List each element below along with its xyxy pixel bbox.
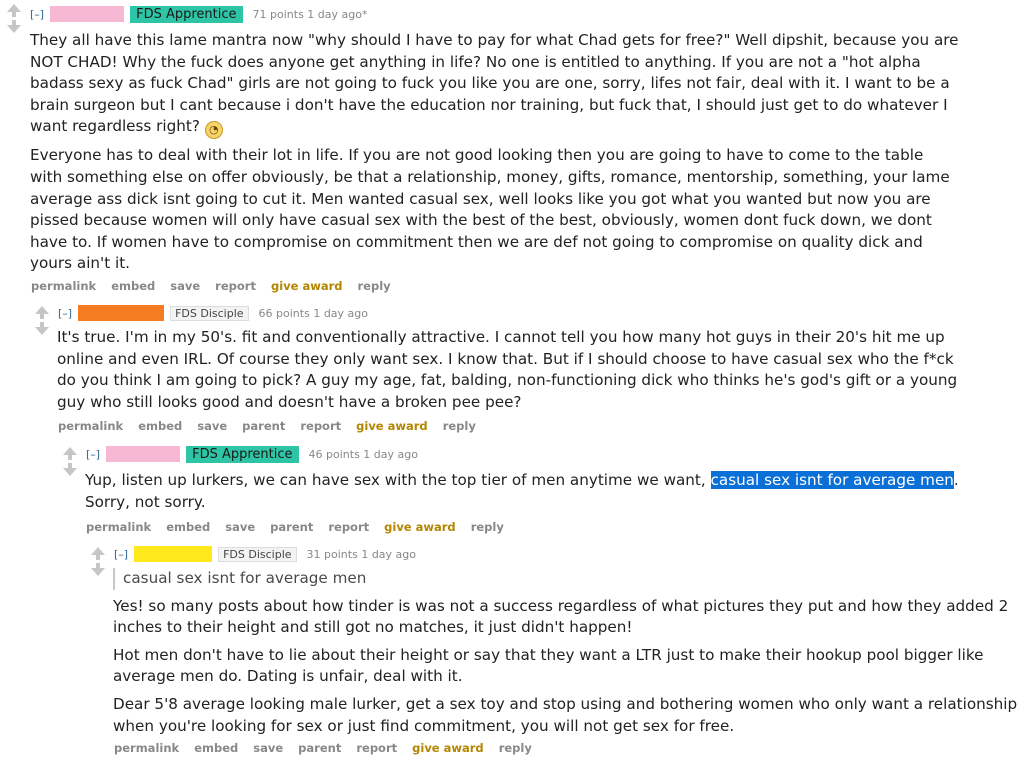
upvote-icon[interactable] [35,306,49,314]
report-link[interactable]: report [356,741,397,755]
rolling-eyes-emoji-icon: ◔ [204,121,223,140]
score-and-time: 31 points 1 day ago [306,547,416,561]
score-and-time: 66 points 1 day ago [258,306,368,320]
user-flair: FDS Disciple [218,546,297,562]
comment-body: Yup, listen up lurkers, we can have sex … [85,470,1005,519]
upvote-icon[interactable] [91,547,105,555]
collapse-toggle[interactable]: [–] [58,307,72,320]
save-link[interactable]: save [170,279,200,293]
permalink-link[interactable]: permalink [114,741,179,755]
comment-paragraph: Hot men don't have to lie about their he… [113,645,984,686]
selected-text[interactable]: casual sex isnt for average men [710,471,954,489]
username-redacted[interactable] [134,546,213,562]
comment-body: It's true. I'm in my 50's. fit and conve… [57,327,977,419]
comment-tagline: [–] FDS Apprentice 46 points 1 day ago [86,443,418,465]
save-link[interactable]: save [253,741,283,755]
downvote-icon[interactable] [7,25,21,33]
parent-link[interactable]: parent [242,419,285,433]
save-link[interactable]: save [197,419,227,433]
user-flair: FDS Disciple [170,305,249,321]
comment-tagline: [–] FDS Disciple 31 points 1 day ago [114,543,416,565]
give-award-link[interactable]: give award [271,279,343,293]
embed-link[interactable]: embed [194,741,238,755]
comment-tagline: [–] FDS Disciple 66 points 1 day ago [58,302,368,324]
comment-body: They all have this lame mantra now "why … [30,30,960,281]
permalink-link[interactable]: permalink [86,520,151,534]
downvote-icon[interactable] [35,327,49,335]
comment-paragraph: Dear 5'8 average looking male lurker, ge… [113,694,1018,735]
downvote-icon[interactable] [63,468,77,476]
vote-controls [60,447,80,476]
comment-1: [–] FDS Apprentice 71 points 1 day ago* … [4,0,1024,300]
collapse-toggle[interactable]: [–] [30,8,44,21]
vote-controls [4,4,24,33]
comment-actions: permalink embed save parent report give … [86,520,515,534]
embed-link[interactable]: embed [166,520,210,534]
upvote-icon[interactable] [7,4,21,12]
comment-paragraph: Yes! so many posts about how tinder is w… [113,596,1009,637]
comment-body: casual sex isnt for average men Yes! so … [113,568,1023,743]
vote-controls [32,306,52,335]
username-redacted[interactable] [106,446,181,462]
comment-paragraph: They all have this lame mantra now "why … [30,30,960,140]
user-flair: FDS Apprentice [186,445,299,463]
reply-link[interactable]: reply [443,419,476,433]
report-link[interactable]: report [215,279,256,293]
comment-actions: permalink embed save report give award r… [31,279,402,293]
reply-link[interactable]: reply [358,279,391,293]
comment-3: [–] FDS Apprentice 46 points 1 day ago Y… [60,443,1024,543]
comment-2: [–] FDS Disciple 66 points 1 day ago It'… [32,302,1024,442]
save-link[interactable]: save [225,520,255,534]
report-link[interactable]: report [328,520,369,534]
permalink-link[interactable]: permalink [58,419,123,433]
permalink-link[interactable]: permalink [31,279,96,293]
collapse-toggle[interactable]: [–] [114,548,128,561]
reply-link[interactable]: reply [471,520,504,534]
embed-link[interactable]: embed [138,419,182,433]
comment-actions: permalink embed save parent report give … [114,741,543,755]
downvote-icon[interactable] [91,568,105,576]
embed-link[interactable]: embed [111,279,155,293]
give-award-link[interactable]: give award [384,520,456,534]
give-award-link[interactable]: give award [412,741,484,755]
comment-paragraph: Everyone has to deal with their lot in l… [30,146,950,273]
comment-paragraph: Yup, listen up lurkers, we can have sex … [85,471,959,511]
reply-link[interactable]: reply [499,741,532,755]
username-redacted[interactable] [50,6,125,22]
vote-controls [88,547,108,576]
upvote-icon[interactable] [63,447,77,455]
comment-tagline: [–] FDS Apprentice 71 points 1 day ago* [30,3,367,25]
blockquote: casual sex isnt for average men [113,568,1023,590]
collapse-toggle[interactable]: [–] [86,448,100,461]
comment-paragraph: It's true. I'm in my 50's. fit and conve… [57,328,958,411]
username-redacted[interactable] [78,305,165,321]
comment-actions: permalink embed save parent report give … [58,419,487,433]
parent-link[interactable]: parent [270,520,313,534]
give-award-link[interactable]: give award [356,419,428,433]
score-and-time: 71 points 1 day ago* [252,7,368,21]
user-flair: FDS Apprentice [130,5,243,23]
score-and-time: 46 points 1 day ago [308,447,418,461]
comment-4: [–] FDS Disciple 31 points 1 day ago cas… [88,543,1024,760]
report-link[interactable]: report [300,419,341,433]
parent-link[interactable]: parent [298,741,341,755]
